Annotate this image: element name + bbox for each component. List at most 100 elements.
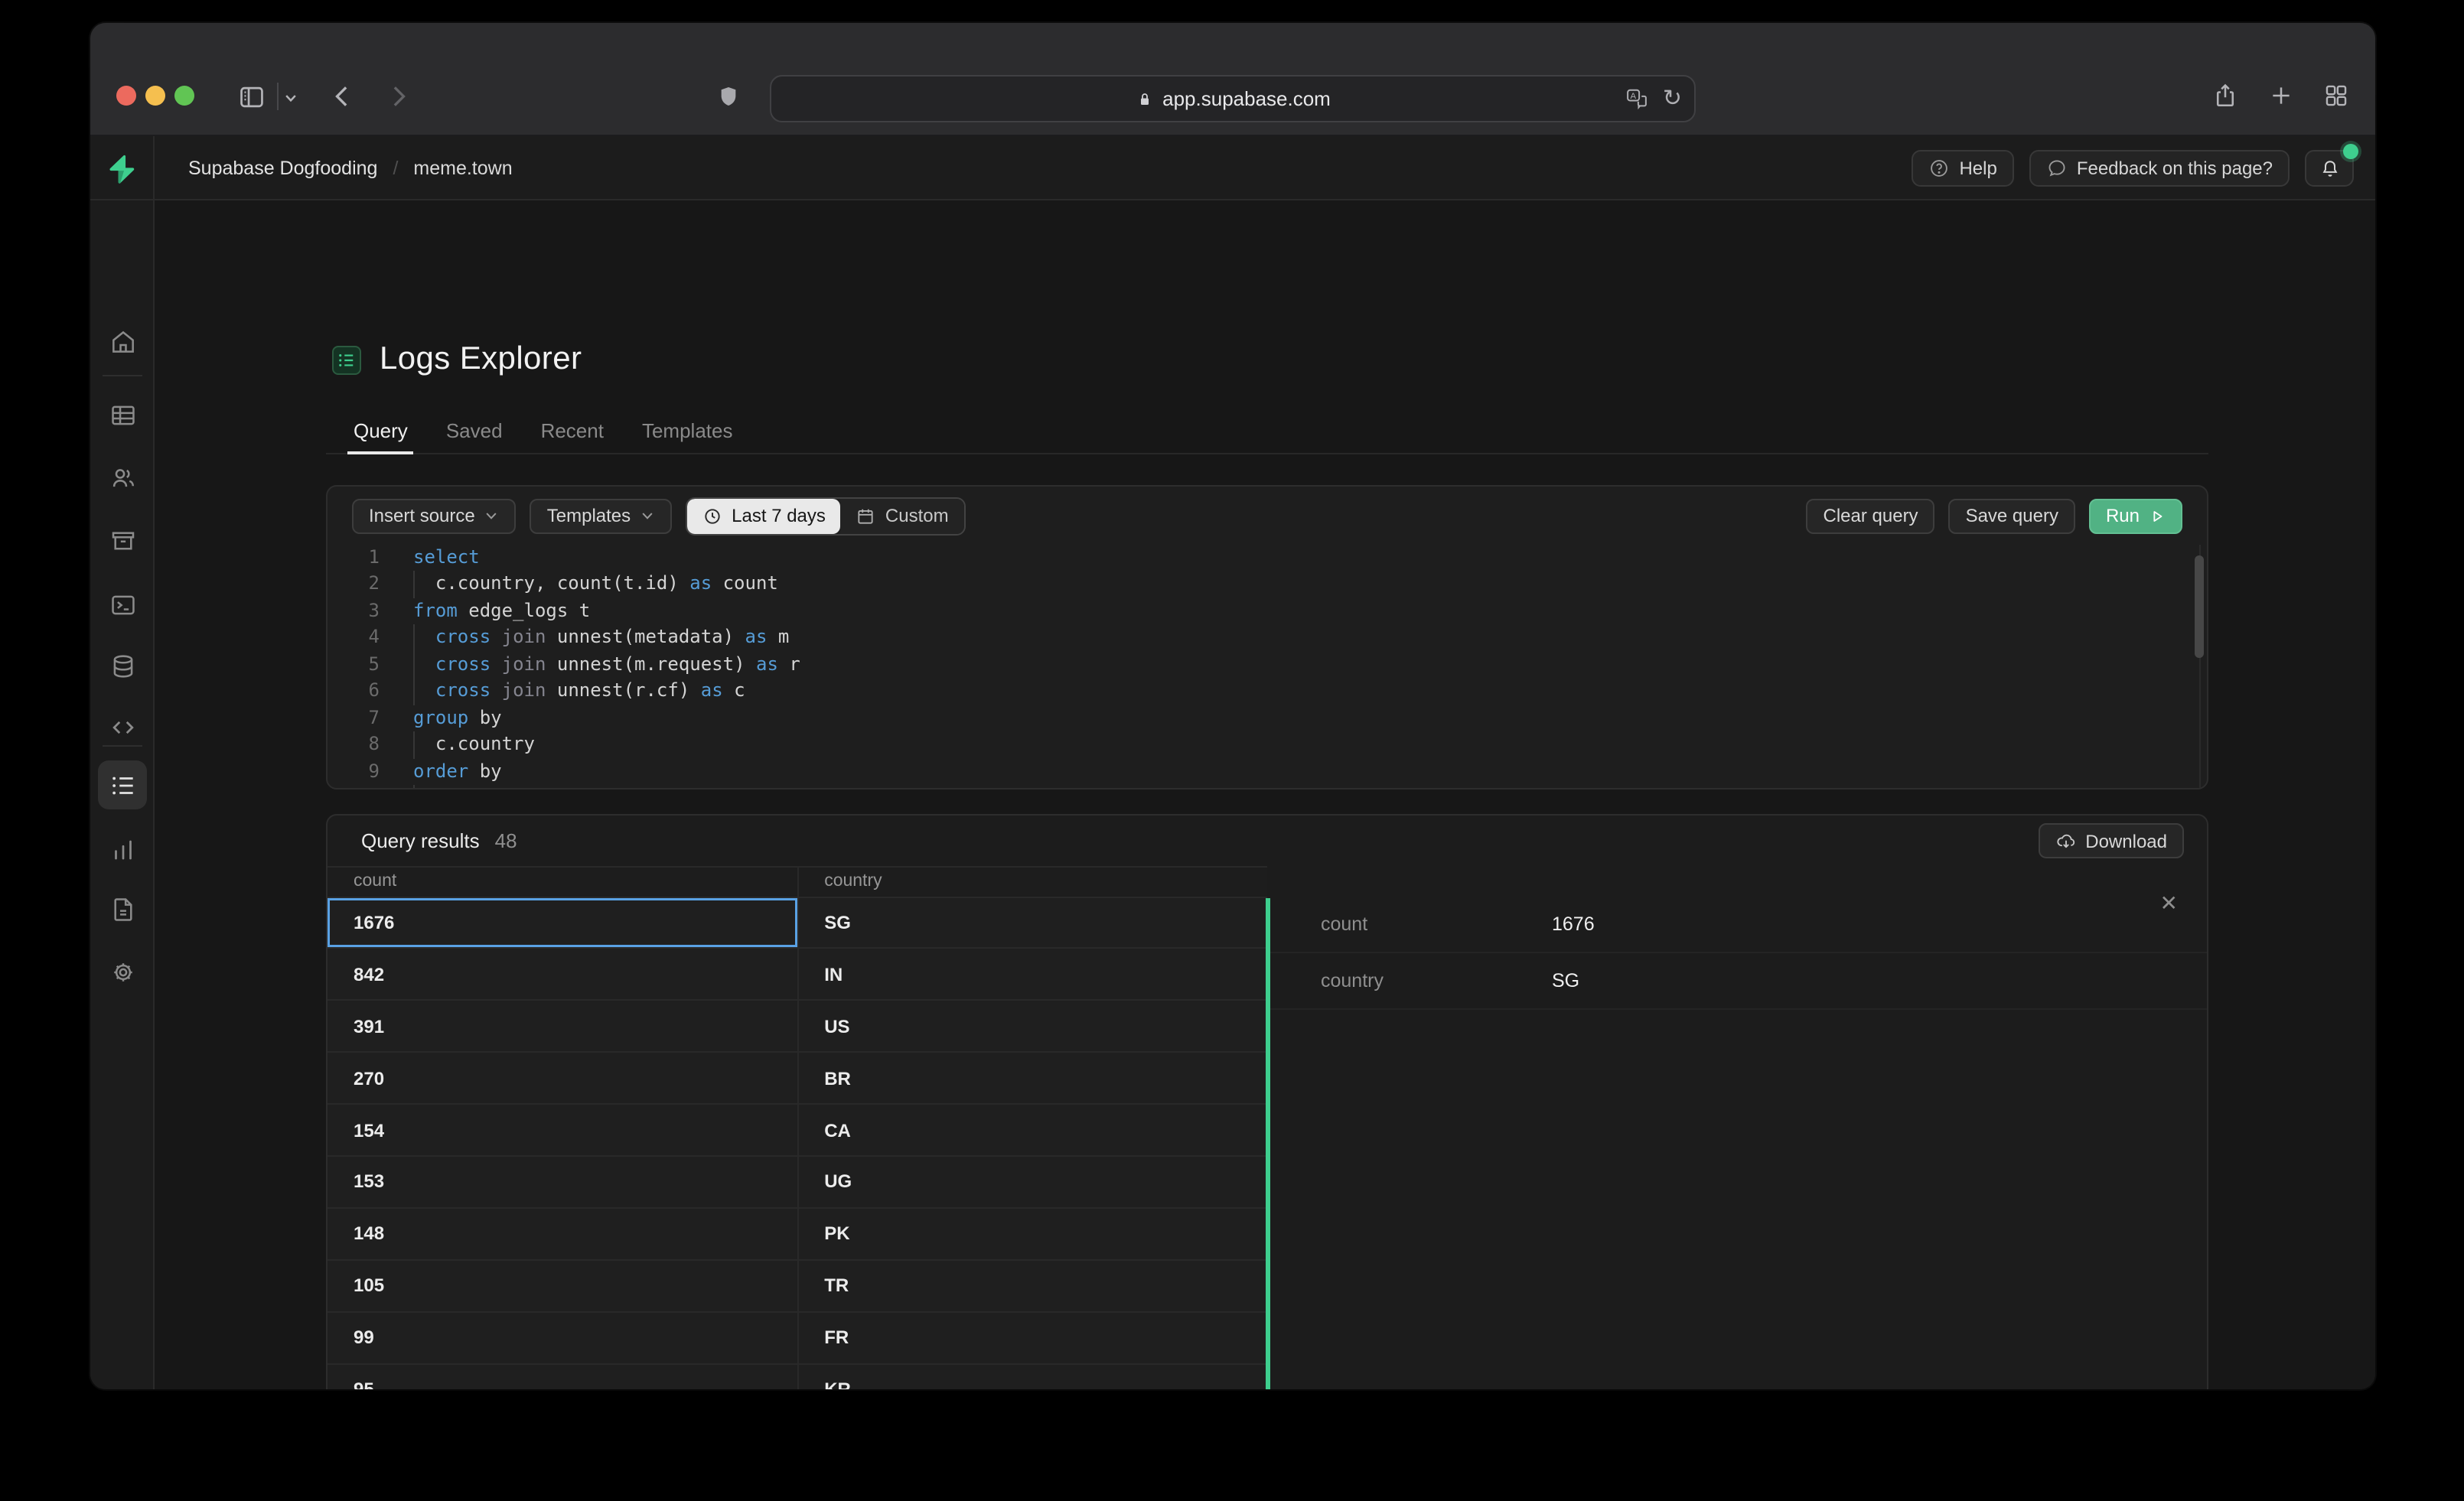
templates-button[interactable]: Templates [530,498,673,533]
table-cell[interactable]: PK [797,1208,1266,1259]
reports-icon[interactable] [108,835,137,864]
table-cell[interactable]: KR [797,1364,1266,1389]
code-line: 1 select [328,545,2207,571]
reload-icon[interactable]: ↻ [1663,87,1682,110]
table-cell[interactable]: CA [797,1105,1266,1155]
table-row[interactable]: 105 TR [328,1260,1267,1313]
auth-users-icon[interactable] [108,464,137,493]
table-cell[interactable]: US [797,1001,1266,1052]
selection-accent-line [1266,897,1269,1389]
column-header-country[interactable]: country [797,868,1266,896]
forward-button[interactable] [383,81,413,112]
last-7-days-button[interactable]: Last 7 days [687,498,841,533]
shield-icon[interactable] [716,81,741,112]
minimize-window-button[interactable] [145,86,165,106]
table-cell[interactable]: 154 [328,1105,797,1155]
table-row[interactable]: 1676 SG [328,897,1267,949]
sql-editor-icon[interactable] [108,590,137,619]
tab-templates[interactable]: Templates [642,407,733,453]
browser-window: app.supabase.com A ↻ Supabase Dogfooding… [90,23,2375,1389]
save-query-button[interactable]: Save query [1948,498,2075,533]
table-row[interactable]: 99 FR [328,1312,1267,1365]
help-label: Help [1959,158,1997,179]
notifications-button[interactable] [2305,144,2358,187]
new-tab-icon[interactable] [2268,83,2294,109]
home-icon[interactable] [108,327,137,357]
edge-functions-icon[interactable] [108,712,137,741]
table-cell[interactable]: 148 [328,1209,797,1259]
table-row[interactable]: 842 IN [328,949,1267,1001]
help-button[interactable]: Help [1912,150,2014,187]
back-button[interactable] [328,81,358,112]
table-cell[interactable]: FR [797,1312,1266,1363]
save-query-label: Save query [1965,505,2058,526]
table-cell[interactable]: 105 [328,1260,797,1311]
table-cell[interactable]: SG [797,897,1266,948]
insert-source-button[interactable]: Insert source [352,498,517,533]
page-title: Logs Explorer [380,341,582,376]
supabase-logo[interactable] [90,136,155,200]
table-row[interactable]: 153 UG [328,1156,1267,1209]
storage-icon[interactable] [108,526,137,555]
column-header-count[interactable]: count [328,868,797,896]
breadcrumb: Supabase Dogfooding / meme.town [188,136,513,200]
insert-source-label: Insert source [369,505,475,526]
tab-recent[interactable]: Recent [541,407,604,453]
table-header-row: count country [328,866,1267,897]
table-cell[interactable]: 99 [328,1312,797,1363]
table-cell[interactable]: BR [797,1053,1266,1104]
line-number: 2 [368,572,380,594]
table-cell[interactable]: 1676 [328,897,797,948]
table-cell[interactable]: 153 [328,1157,797,1207]
translate-icon[interactable]: A [1625,87,1651,110]
run-button[interactable]: Run [2088,498,2182,533]
calendar-icon [859,508,874,523]
query-toolbar: Insert source Templates Last 7 days Cust… [328,487,2207,545]
custom-range-button[interactable]: Custom [840,498,964,533]
clock-icon [705,508,720,523]
logs-icon[interactable] [108,770,137,799]
chevron-down-icon [642,513,653,519]
url-bar[interactable]: app.supabase.com A ↻ [770,75,1696,122]
tab-query[interactable]: Query [347,407,415,454]
results-table: count country 1676 SG 842 IN 391 US 270 BR 154 CA… [328,866,1267,1389]
close-window-button[interactable] [116,86,136,106]
sidebar-toggle-icon[interactable] [237,83,266,112]
settings-gear-icon[interactable] [108,957,137,986]
table-row[interactable]: 391 US [328,1001,1267,1053]
table-row[interactable]: 270 BR [328,1053,1267,1105]
table-row[interactable]: 95 KR [328,1364,1267,1389]
breadcrumb-page[interactable]: meme.town [413,158,512,179]
download-button[interactable]: Download [2038,823,2184,858]
table-row[interactable]: 148 PK [328,1208,1267,1261]
table-cell[interactable]: 842 [328,949,797,1000]
feedback-button[interactable]: Feedback on this page? [2029,150,2290,187]
table-cell[interactable]: 270 [328,1053,797,1103]
tab-saved[interactable]: Saved [446,407,503,453]
bell-icon [2322,160,2337,176]
clear-query-button[interactable]: Clear query [1806,498,1935,533]
chevron-down-icon[interactable] [283,90,298,106]
table-row[interactable]: 154 CA [328,1105,1267,1157]
table-cell[interactable]: 95 [328,1364,797,1389]
code-line: 9 order by [328,758,2207,785]
table-cell[interactable]: UG [797,1156,1266,1207]
database-icon[interactable] [108,651,137,680]
zoom-window-button[interactable] [174,86,194,106]
table-cell[interactable]: IN [797,949,1266,1000]
main-content: Logs Explorer Query Saved Recent Templat… [155,200,2375,1389]
breadcrumb-project[interactable]: Supabase Dogfooding [188,158,377,179]
docs-icon[interactable] [108,894,137,923]
table-editor-icon[interactable] [108,401,137,430]
sql-editor[interactable]: 1 select 2 c.country, count(t.id) as count… [328,545,2207,788]
line-number: 1 [368,546,380,568]
share-icon[interactable] [2211,80,2239,112]
table-cell[interactable]: TR [797,1260,1266,1311]
browser-toolbar: app.supabase.com A ↻ [90,23,2375,136]
logs-explorer-icon [332,345,361,374]
results-header: Query results 48 Download [328,816,2207,866]
tab-overview-icon[interactable] [2323,83,2349,109]
detail-label-country: country [1321,970,1384,991]
table-cell[interactable]: 391 [328,1001,797,1052]
editor-scrollbar-thumb[interactable] [2195,555,2204,658]
